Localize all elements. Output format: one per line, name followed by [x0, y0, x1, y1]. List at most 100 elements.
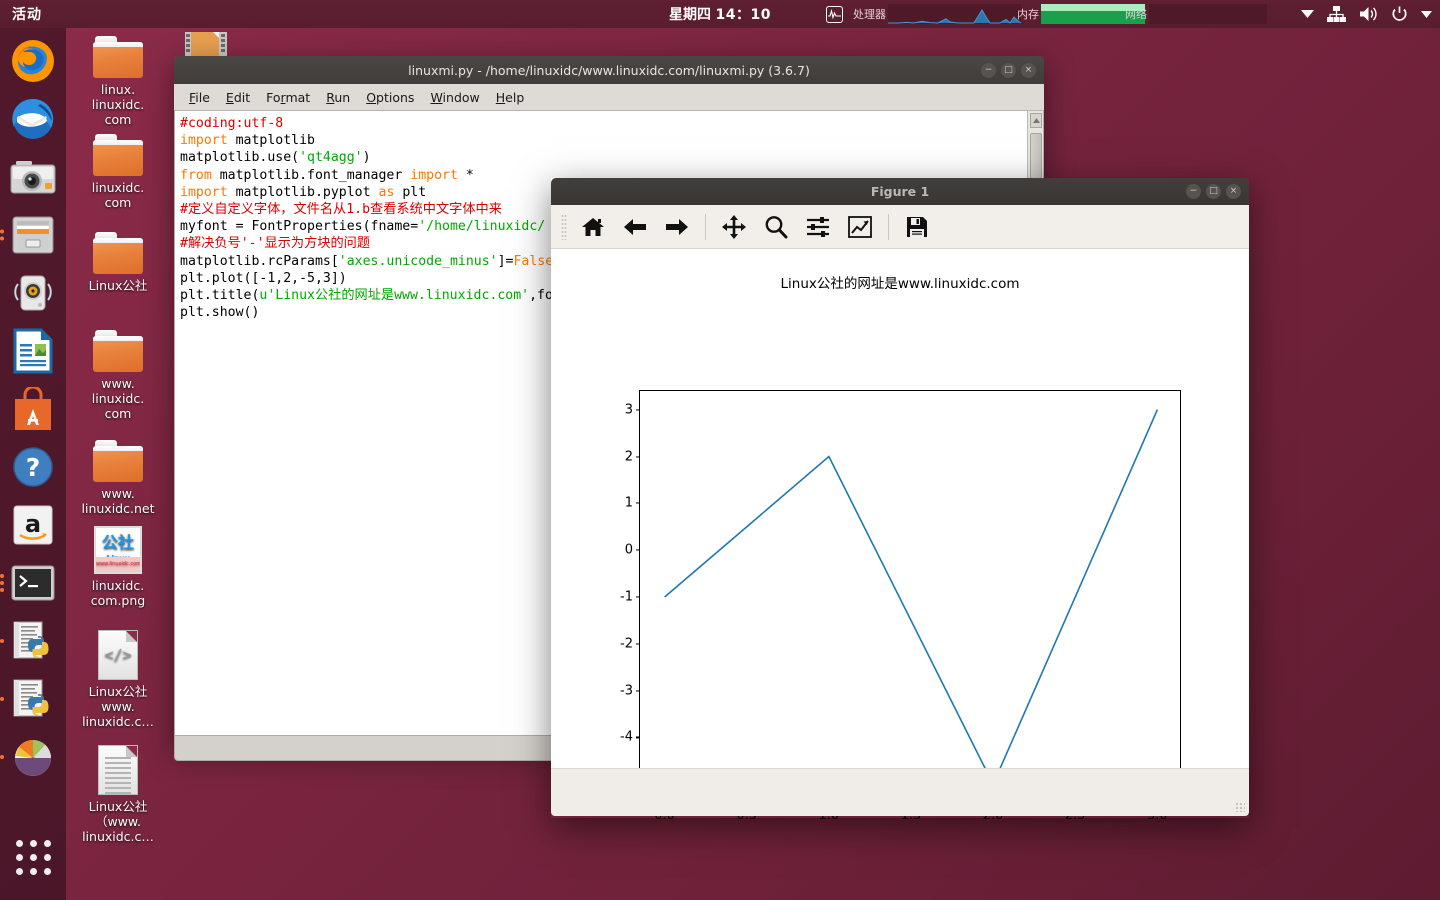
show-applications-button[interactable] [6, 830, 60, 884]
file-manager-icon [12, 216, 54, 254]
launcher-item-files[interactable] [0, 208, 60, 262]
close-button[interactable]: × [1226, 184, 1241, 199]
desktop-icon-folder-www-linuxidc-net[interactable]: www. linuxidc.net [72, 440, 164, 516]
toolbar-separator [705, 213, 706, 240]
network-monitor[interactable]: 网络 [1125, 0, 1267, 28]
toolbar-separator-2 [888, 213, 889, 240]
folder-icon [93, 330, 143, 372]
app-grid-icon [15, 839, 51, 875]
minimize-button[interactable]: − [1186, 184, 1201, 199]
chevron-down-icon[interactable] [1301, 10, 1314, 18]
terminal-icon [11, 565, 55, 601]
back-button[interactable] [614, 210, 656, 244]
zoom-button[interactable] [755, 210, 797, 244]
launcher-item-help[interactable]: ? [6, 440, 60, 494]
network-icon[interactable] [1327, 5, 1346, 23]
text-file-icon [98, 745, 138, 795]
forward-button[interactable] [656, 210, 698, 244]
menu-format[interactable]: Format [259, 87, 317, 108]
chart-line [664, 409, 1159, 787]
menu-edit[interactable]: Edit [219, 87, 257, 108]
sliders-icon [807, 216, 829, 237]
desktop-icon-folder-www-linuxidc-com[interactable]: www. linuxidc. com [72, 330, 164, 421]
y-axis-tick-mark [636, 502, 640, 504]
menu-options[interactable]: Options [359, 87, 421, 108]
volume-icon[interactable] [1359, 6, 1378, 22]
network-graph [1149, 4, 1267, 24]
folder-icon [93, 232, 143, 274]
memory-label: 内存 [1017, 8, 1039, 21]
maximize-button[interactable]: □ [1206, 184, 1221, 199]
code-line: matplotlib.use('qt4agg') [180, 150, 371, 166]
desktop-icon-file-linux-gongshe-www[interactable]: </> Linux公社 www. linuxidc.c… [72, 630, 164, 729]
minimize-button[interactable]: − [981, 62, 996, 78]
launcher-item-matplotlib-figure[interactable] [0, 730, 60, 784]
desktop-icon-file-linux-gongshe-doc[interactable]: Linux公社 （www. linuxidc.c… [72, 745, 164, 844]
launcher-item-amazon[interactable]: a [6, 498, 60, 552]
figure-statusbar [551, 768, 1249, 816]
desktop-icon-label: linux. linuxidc. com [91, 82, 145, 127]
figure-titlebar[interactable]: Figure 1 − □ × [551, 178, 1249, 205]
activities-button[interactable]: 活动 [12, 4, 42, 24]
launcher-item-idle-editor-2[interactable] [0, 672, 60, 726]
menu-file[interactable]: File [182, 87, 217, 108]
desktop-icon-folder-linux-gongshe[interactable]: Linux公社 [72, 232, 164, 293]
menu-window[interactable]: Window [423, 87, 486, 108]
floppy-disk-icon [907, 216, 927, 237]
desktop-icon-image-linuxidc-com-png[interactable]: 公社 Linux www.linuxidc.com linuxidc.com.p… [72, 526, 164, 608]
launcher-item-terminal[interactable] [0, 556, 60, 610]
y-axis-tick-label: -3 [620, 683, 633, 699]
arrow-left-icon [624, 218, 646, 235]
desktop-icon-folder-linux-linuxidc-com[interactable]: linux. linuxidc. com [72, 36, 164, 127]
magnifier-icon [765, 215, 788, 238]
amazon-icon: a [13, 505, 53, 545]
figure-window: Figure 1 − □ × Linux公社的网址是www.linuxidc.c… [551, 178, 1249, 823]
launcher-item-thunderbird[interactable] [6, 92, 60, 146]
matplotlib-icon [15, 740, 51, 776]
panel-indicators [1301, 0, 1432, 28]
desktop-icon-label: www. linuxidc.net [81, 486, 155, 516]
customize-button[interactable] [839, 210, 881, 244]
desktop-icon-folder-linuxidc-com[interactable]: linuxidc. com [72, 134, 164, 210]
launcher-item-ubuntu-software[interactable] [6, 382, 60, 436]
close-button[interactable]: × [1021, 62, 1036, 78]
move-icon [722, 214, 746, 239]
save-button[interactable] [896, 210, 938, 244]
running-indicator [0, 574, 4, 592]
launcher-item-idle-editor[interactable] [0, 614, 60, 668]
power-icon[interactable] [1391, 6, 1408, 23]
thunderbird-icon [12, 98, 54, 139]
figure-canvas[interactable]: Linux公社的网址是www.linuxidc.com 3 2 1 0 -1 -2 -3 -4… [551, 249, 1249, 823]
home-button[interactable] [572, 210, 614, 244]
toolbar-grip[interactable] [561, 213, 567, 240]
folder-icon [93, 134, 143, 176]
svg-text:a: a [25, 510, 41, 538]
desktop-icon-label: Linux公社 （www. linuxidc.c… [82, 799, 154, 844]
launcher-item-libreoffice-writer[interactable] [6, 324, 60, 378]
y-axis-tick-label: 1 [624, 495, 633, 511]
idle-titlebar[interactable]: linuxmi.py - /home/linuxidc/www.linuxidc… [174, 56, 1044, 84]
folder-icon [93, 440, 143, 482]
menu-help[interactable]: Help [489, 87, 532, 108]
maximize-button[interactable]: □ [1001, 62, 1016, 78]
python-script-icon [13, 621, 49, 659]
chart-title: Linux公社的网址是www.linuxidc.com [780, 276, 1020, 292]
launcher-item-shotwell[interactable] [6, 150, 60, 204]
idle-window-controls: − □ × [981, 62, 1036, 78]
subplots-button[interactable] [797, 210, 839, 244]
chart-axes: 3210-1-2-3-4-50.00.51.01.52.02.53.0 [620, 390, 1181, 823]
chevron-down-icon-2[interactable] [1421, 10, 1432, 18]
y-axis-tick-mark [636, 596, 640, 598]
cpu-monitor[interactable]: 处理器 [826, 0, 1021, 28]
y-axis-tick-label: 3 [624, 402, 633, 418]
launcher-item-rhythmbox[interactable] [6, 266, 60, 320]
launcher-item-firefox[interactable] [6, 34, 60, 88]
scroll-up-arrow[interactable] [1030, 113, 1042, 128]
menu-run[interactable]: Run [319, 87, 357, 108]
image-file-icon: 公社 Linux www.linuxidc.com [94, 526, 142, 574]
resize-grip[interactable] [1235, 802, 1245, 812]
pan-button[interactable] [713, 210, 755, 244]
y-axis-tick-label: -1 [620, 589, 633, 605]
clock-weekday: 星期四 [669, 7, 712, 23]
idle-menubar: File Edit Format Run Options Window Help [174, 84, 1044, 111]
